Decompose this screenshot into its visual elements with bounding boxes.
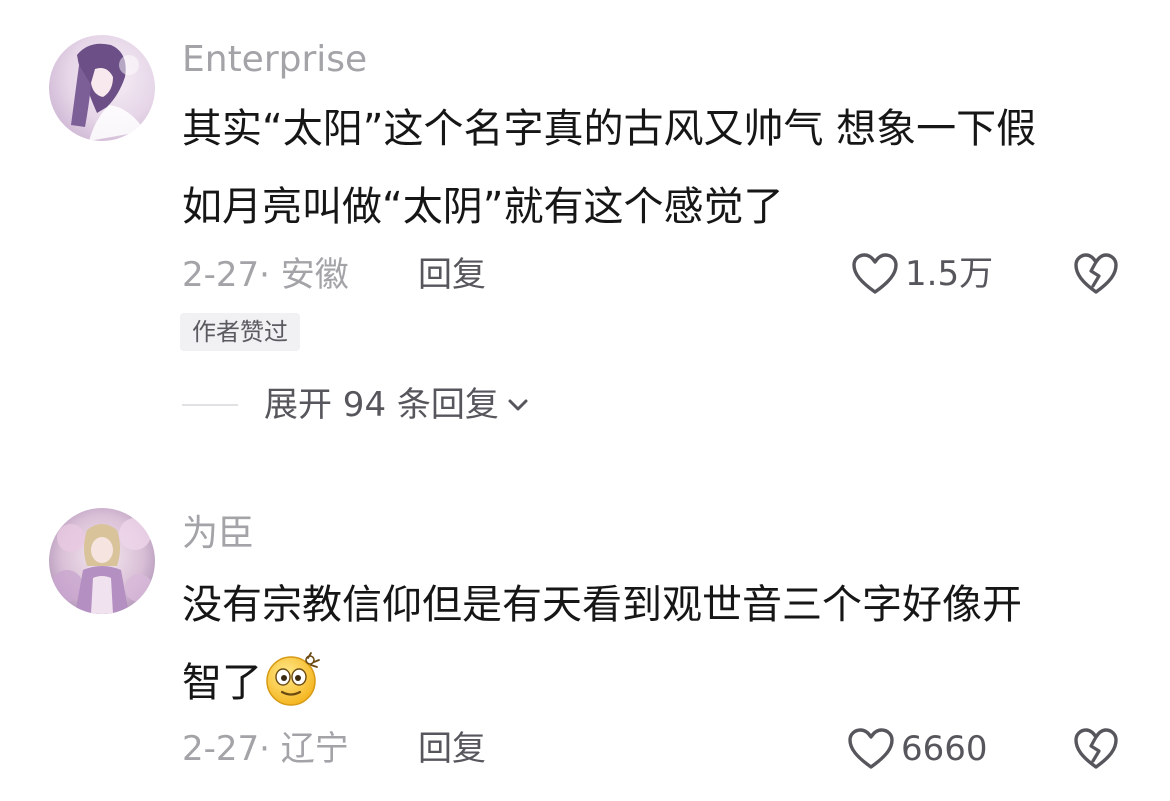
dislike-button[interactable] [1073,727,1119,771]
comment-text-line: 智了 [182,660,262,706]
comment-item: Enterprise 其实“太阳”这个名字真的古风又帅气 想象一下假 如月亮叫做… [0,0,1170,460]
author-liked-badge: 作者赞过 [180,313,300,351]
comment-item: 为臣 没有宗教信仰但是有天看到观世音三个字好像开 智了 2-27· 辽宁 回复 … [0,460,1170,801]
avatar-anime-girl-icon [49,35,155,141]
comment-text-line: 其实“太阳”这个名字真的古风又帅气 想象一下假 [182,106,1037,152]
dislike-button[interactable] [1073,252,1119,296]
heart-outline-icon [848,728,894,769]
like-count: 1.5万 [905,254,994,294]
heart-outline-icon [852,253,898,294]
like-button[interactable]: 6660 [847,727,988,771]
expand-replies-button[interactable]: 展开 94 条回复 [182,388,531,422]
chevron-down-icon [508,399,528,411]
user-avatar[interactable] [49,35,155,141]
comment-date-location: 2-27· 安徽 [182,255,349,295]
like-count: 6660 [901,729,988,769]
dizzy-face-emoji-icon [266,652,320,706]
comment-text: 没有宗教信仰但是有天看到观世音三个字好像开 智了 [182,566,1142,722]
comment-text: 其实“太阳”这个名字真的古风又帅气 想象一下假 如月亮叫做“太阴”就有这个感觉了 [182,90,1142,246]
reply-button[interactable]: 回复 [418,258,486,292]
comment-text-line: 如月亮叫做“太阴”就有这个感觉了 [182,184,784,230]
comment-date-location: 2-27· 辽宁 [182,729,349,769]
divider-line [182,404,238,406]
comment-username[interactable]: Enterprise [182,42,367,78]
broken-heart-icon [1074,253,1118,294]
like-button[interactable]: 1.5万 [851,252,993,296]
comment-text-line-with-emoji: 智了 [182,644,1142,722]
reply-button[interactable]: 回复 [418,732,486,766]
user-avatar[interactable] [49,508,155,614]
comment-text-line: 没有宗教信仰但是有天看到观世音三个字好像开 [182,582,1022,628]
expand-replies-label: 展开 94 条回复 [264,385,499,425]
comment-username[interactable]: 为臣 [182,516,254,552]
broken-heart-icon [1074,728,1118,769]
avatar-fantasy-character-icon [49,508,155,614]
